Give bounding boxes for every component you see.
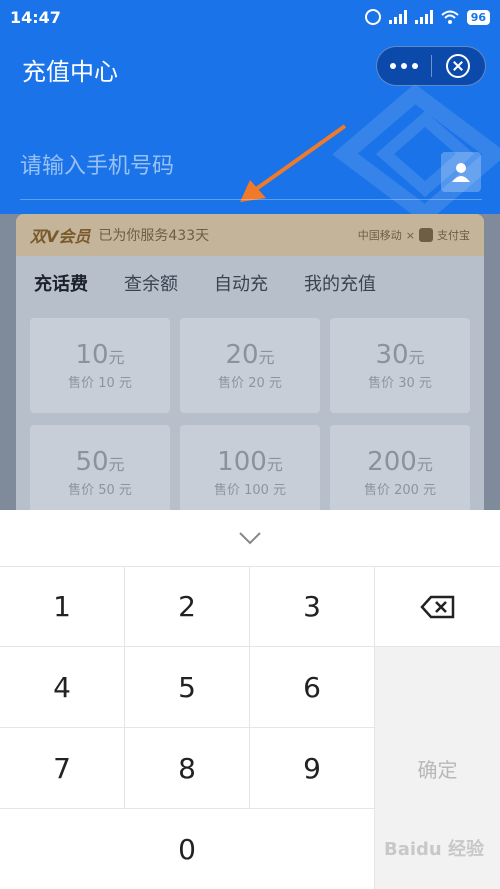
key-6[interactable]: 6 bbox=[250, 647, 375, 728]
tab-topup[interactable]: 充话费 bbox=[34, 270, 88, 324]
chevron-down-icon bbox=[239, 532, 261, 545]
product-price: 售价 20 元 bbox=[218, 376, 282, 391]
more-button[interactable] bbox=[377, 47, 431, 85]
vip-text: 已为你服务433天 bbox=[98, 228, 210, 244]
backspace-icon bbox=[419, 595, 454, 618]
status-time: 14:47 bbox=[10, 7, 61, 27]
signal-icon-2 bbox=[414, 10, 433, 24]
product-item[interactable]: 20元 售价 20 元 bbox=[180, 318, 320, 413]
product-price: 售价 50 元 bbox=[68, 483, 132, 498]
tab-auto-topup[interactable]: 自动充 bbox=[214, 270, 268, 314]
product-item[interactable]: 50元 售价 50 元 bbox=[30, 425, 170, 510]
hide-keyboard-button[interactable] bbox=[0, 510, 500, 567]
close-icon bbox=[446, 54, 471, 78]
backspace-button[interactable] bbox=[375, 567, 500, 647]
dot bbox=[389, 63, 396, 69]
key-7[interactable]: 7 bbox=[0, 728, 125, 809]
content-overlay: 双V会员 已为你服务433天 中国移动 × 支付宝 充话费 查余额 自动充 我的… bbox=[0, 214, 500, 510]
product-face: 200元 bbox=[367, 447, 433, 477]
product-item[interactable]: 200元 售价 200 元 bbox=[330, 425, 470, 510]
key-5[interactable]: 5 bbox=[125, 647, 250, 728]
product-price: 售价 10 元 bbox=[68, 376, 132, 391]
product-face: 30元 bbox=[375, 340, 425, 370]
product-face: 50元 bbox=[75, 447, 125, 477]
mini-program-capsule bbox=[376, 46, 486, 86]
key-9[interactable]: 9 bbox=[250, 728, 375, 809]
close-button[interactable] bbox=[431, 47, 485, 85]
alipay-label: 支付宝 bbox=[437, 229, 470, 242]
key-2[interactable]: 2 bbox=[125, 567, 250, 647]
person-icon bbox=[452, 163, 470, 182]
signal-icon bbox=[388, 10, 407, 24]
key-1[interactable]: 1 bbox=[0, 567, 125, 647]
product-face: 20元 bbox=[225, 340, 275, 370]
baidu-watermark: Baidu 经验 bbox=[384, 839, 485, 860]
status-bar: 14:47 96 bbox=[0, 0, 500, 34]
product-face: 100元 bbox=[217, 447, 283, 477]
product-price: 售价 200 元 bbox=[363, 483, 437, 498]
product-item[interactable]: 10元 售价 10 元 bbox=[30, 318, 170, 413]
product-item[interactable]: 30元 售价 30 元 bbox=[330, 318, 470, 413]
alarm-icon bbox=[364, 9, 381, 25]
product-grid: 10元 售价 10 元 20元 售价 20 元 30元 售价 30 元 50元 … bbox=[30, 318, 470, 510]
dot bbox=[411, 63, 418, 69]
recharge-card: 双V会员 已为你服务433天 中国移动 × 支付宝 充话费 查余额 自动充 我的… bbox=[16, 214, 484, 510]
key-4[interactable]: 4 bbox=[0, 647, 125, 728]
contacts-button[interactable] bbox=[441, 152, 481, 192]
page-title: 充值中心 bbox=[22, 58, 118, 86]
key-0[interactable]: 0 bbox=[0, 809, 375, 889]
phone-number-input[interactable] bbox=[20, 154, 320, 179]
alipay-icon bbox=[419, 228, 433, 242]
battery-icon: 96 bbox=[466, 9, 490, 25]
tab-my-topup[interactable]: 我的充值 bbox=[304, 270, 376, 314]
brand-separator: × bbox=[405, 228, 415, 242]
input-underline bbox=[20, 199, 482, 200]
product-price: 售价 100 元 bbox=[213, 483, 287, 498]
vip-title: 双V会员 bbox=[30, 227, 91, 246]
tab-balance[interactable]: 查余额 bbox=[124, 270, 178, 314]
header: 充值中心 bbox=[0, 34, 500, 214]
wifi-icon bbox=[441, 10, 459, 24]
key-3[interactable]: 3 bbox=[250, 567, 375, 647]
status-icons: 96 bbox=[364, 9, 490, 25]
vip-bar[interactable]: 双V会员 已为你服务433天 中国移动 × 支付宝 bbox=[16, 214, 484, 256]
vip-brands: 中国移动 × 支付宝 bbox=[358, 227, 470, 243]
dot bbox=[400, 63, 407, 69]
product-price: 售价 30 元 bbox=[368, 376, 432, 391]
numeric-keyboard: 1 2 3 4 5 6 7 8 9 0 确定 bbox=[0, 510, 500, 889]
china-mobile-logo: 中国移动 bbox=[357, 229, 402, 242]
product-face: 10元 bbox=[75, 340, 125, 370]
product-item[interactable]: 100元 售价 100 元 bbox=[180, 425, 320, 510]
key-8[interactable]: 8 bbox=[125, 728, 250, 809]
tab-bar: 充话费 查余额 自动充 我的充值 bbox=[16, 256, 484, 324]
